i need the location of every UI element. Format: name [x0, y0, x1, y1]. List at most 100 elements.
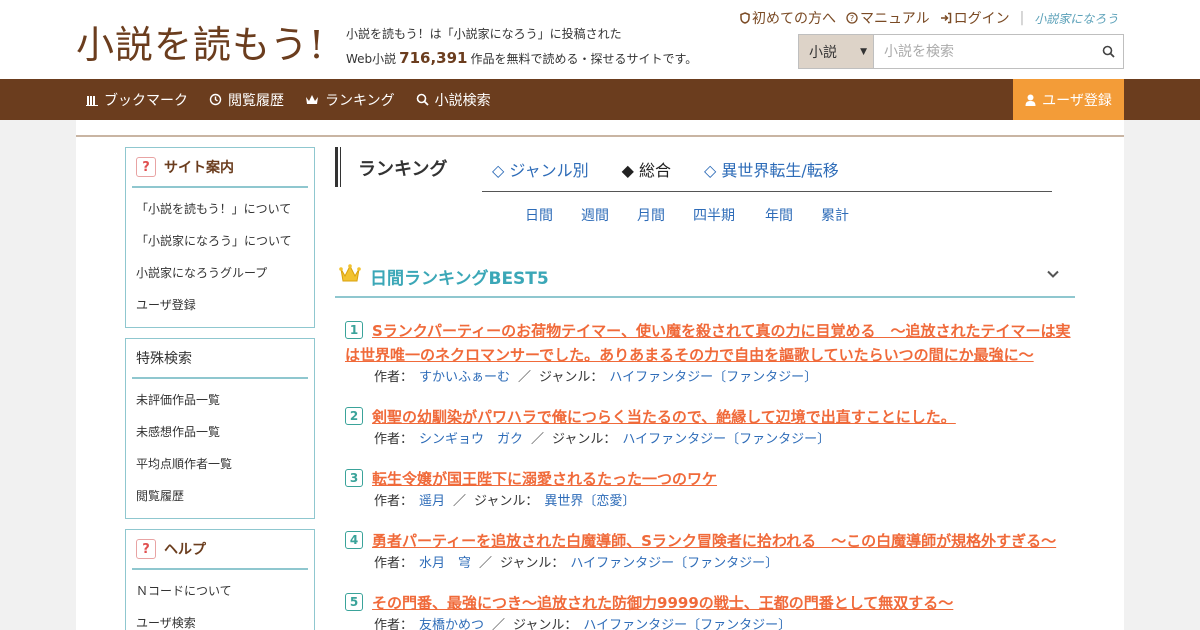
author-label: 作者： [374, 370, 414, 385]
nav-bookmark[interactable]: ブックマーク [86, 90, 188, 110]
search-button[interactable] [1093, 35, 1123, 68]
question-icon: ? [136, 157, 156, 177]
novel-title-link[interactable]: 勇者パーティーを追放された白魔導師、Sランク冒険者に拾われる ～この白魔導師が規… [345, 529, 1075, 553]
shield-icon [740, 12, 750, 24]
manual-link[interactable]: ? マニュアル [846, 8, 930, 28]
period-quarterly[interactable]: 四半期 [693, 205, 735, 225]
tab-overall[interactable]: ◆ 総合 [622, 157, 671, 181]
genre-link[interactable]: ハイファンタジー〔ファンタジー〕 [570, 556, 778, 571]
sidebar-help-heading: ヘルプ [164, 542, 206, 558]
link-separator: | [1019, 10, 1025, 26]
tab-isekai[interactable]: ◇ 異世界転生/転移 [704, 157, 839, 181]
question-circle-icon: ? [846, 12, 858, 24]
tagline-line1: 小説を読もう！は「小説家になろう」に投稿された [346, 27, 622, 41]
sidebar-item-about-narou[interactable]: 「小説家になろう」について [136, 225, 314, 257]
user-icon [1025, 94, 1036, 106]
tab-genre[interactable]: ◇ ジャンル別 [492, 157, 589, 181]
genre-link[interactable]: ハイファンタジー〔ファンタジー〕 [609, 370, 817, 385]
author-link[interactable]: 水月 穹 [419, 556, 471, 571]
meta-separator: ／ [518, 370, 532, 385]
tagline-line2: Web小説 716,391 作品を無料で読める・探せるサイトです。 [346, 46, 697, 71]
novel-title-link[interactable]: 転生令嬢が国王陛下に溺愛されるたった一つのワケ [345, 467, 1075, 491]
nav-search[interactable]: 小説検索 [416, 90, 491, 110]
ranking-entry: 1 Sランクパーティーのお荷物テイマー、使い魔を殺されて真の力に目覚める 〜追放… [345, 319, 1075, 389]
novel-title-link[interactable]: Sランクパーティーのお荷物テイマー、使い魔を殺されて真の力に目覚める 〜追放され… [345, 319, 1075, 367]
period-yearly[interactable]: 年間 [765, 205, 793, 225]
author-label: 作者： [374, 494, 414, 509]
sidebar-item-unrated[interactable]: 未評価作品一覧 [136, 384, 314, 416]
genre-link[interactable]: ハイファンタジー〔ファンタジー〕 [622, 432, 830, 447]
novel-title-link[interactable]: 剣聖の幼馴染がパワハラで俺につらく当たるので、絶縁して辺境で出直すことにした。 [345, 405, 1075, 429]
meta-separator: ／ [479, 556, 493, 571]
login-link[interactable]: ログイン [940, 8, 1010, 28]
rank-number-badge: 5 [345, 593, 363, 611]
ranking-title-bar-thin [340, 147, 341, 187]
site-tagline: 小説を読もう！は「小説家になろう」に投稿された Web小説 716,391 作品を無… [346, 22, 697, 71]
author-link[interactable]: シンギョウ ガク [419, 432, 523, 447]
chevron-down-icon[interactable] [1045, 266, 1061, 282]
search-category-value: 小説 [809, 44, 837, 61]
first-time-label: 初めての方へ [752, 11, 836, 27]
nav-ranking[interactable]: ランキング [305, 90, 395, 110]
ranking-title: ランキング [358, 159, 448, 180]
sidebar-item-about-yomou[interactable]: 「小説を読もう！」について [136, 193, 314, 225]
bookshelf-icon [86, 95, 98, 106]
period-daily[interactable]: 日間 [525, 205, 553, 225]
sidebar-item-ncode[interactable]: Ｎコードについて [136, 575, 314, 607]
sidebar-site-info: ? サイト案内 「小説を読もう！」について 「小説家になろう」について 小説家に… [125, 147, 315, 328]
sidebar-item-narou-group[interactable]: 小説家になろうグループ [136, 257, 314, 289]
author-label: 作者： [374, 618, 414, 630]
sidebar-help: ? ヘルプ Ｎコードについて ユーザ検索 [125, 529, 315, 630]
site-header: 小説を読もう! 小説を読もう！は「小説家になろう」に投稿された Web小説 716… [0, 0, 1200, 79]
dropdown-arrow-icon: ▼ [860, 46, 867, 57]
genre-link[interactable]: 異世界〔恋愛〕 [544, 494, 635, 509]
period-tabs: 日間 週間 月間 四半期 年間 累計 [525, 205, 849, 225]
author-label: 作者： [374, 432, 414, 447]
page-background-left [0, 120, 76, 630]
daily-ranking-title: 日間ランキングBEST5 [370, 269, 549, 289]
novel-title-link[interactable]: その門番、最強につき～追放された防御力9999の戦士、王都の門番として無双する～ [345, 591, 1075, 615]
genre-label: ジャンル： [552, 432, 617, 447]
ranking-tabs: ◇ ジャンル別 ◆ 総合 ◇ 異世界転生/転移 [492, 157, 839, 181]
tagline-prefix: Web小説 [346, 52, 397, 66]
genre-label: ジャンル： [500, 556, 565, 571]
page-background-right [1124, 120, 1200, 630]
nav-history-label: 閲覧履歴 [228, 92, 284, 109]
ranking-entry: 2 剣聖の幼馴染がパワハラで俺につらく当たるので、絶縁して辺境で出直すことにした… [345, 405, 1075, 451]
rank-number-badge: 2 [345, 407, 363, 425]
manual-label: マニュアル [860, 11, 930, 27]
novel-count: 716,391 [399, 49, 468, 67]
sidebar-item-avg-author[interactable]: 平均点順作者一覧 [136, 448, 314, 480]
register-button[interactable]: ユーザ登録 [1013, 79, 1124, 120]
login-icon [940, 12, 951, 24]
sidebar-item-history[interactable]: 閲覧履歴 [136, 480, 314, 512]
author-link[interactable]: 遥月 [419, 494, 445, 509]
novel-meta: 作者： 友橋かめつ ／ ジャンル： ハイファンタジー〔ファンタジー〕 [345, 615, 1075, 630]
sidebar-item-no-review[interactable]: 未感想作品一覧 [136, 416, 314, 448]
genre-link[interactable]: ハイファンタジー〔ファンタジー〕 [583, 618, 791, 630]
ranking-entry: 5 その門番、最強につき～追放された防御力9999の戦士、王都の門番として無双す… [345, 591, 1075, 630]
novel-meta: 作者： すかいふぁーむ ／ ジャンル： ハイファンタジー〔ファンタジー〕 [345, 367, 1075, 389]
period-monthly[interactable]: 月間 [637, 205, 665, 225]
author-link[interactable]: 友橋かめつ [419, 618, 484, 630]
sidebar-item-user-search[interactable]: ユーザ検索 [136, 607, 314, 630]
site-logo[interactable]: 小説を読もう! [76, 14, 325, 69]
meta-separator: ／ [453, 494, 467, 509]
search-input[interactable] [874, 35, 1093, 68]
period-total[interactable]: 累計 [821, 205, 849, 225]
novel-meta: 作者： 水月 穹 ／ ジャンル： ハイファンタジー〔ファンタジー〕 [345, 553, 1075, 575]
sidebar-site-info-title: ? サイト案内 [132, 148, 308, 188]
nav-history[interactable]: 閲覧履歴 [209, 90, 284, 110]
author-link[interactable]: すかいふぁーむ [419, 370, 510, 385]
period-weekly[interactable]: 週間 [581, 205, 609, 225]
svg-text:?: ? [850, 14, 854, 23]
search-category-select[interactable]: 小説 ▼ [799, 35, 874, 68]
first-time-link[interactable]: 初めての方へ [740, 8, 836, 28]
meta-separator: ／ [531, 432, 545, 447]
sidebar-item-register[interactable]: ユーザ登録 [136, 289, 314, 321]
search-bar: 小説 ▼ [798, 34, 1124, 69]
question-icon: ? [136, 539, 156, 559]
narou-brand-link[interactable]: 小説家になろう [1034, 10, 1118, 27]
daily-ranking-header[interactable]: 日間ランキングBEST5 [335, 255, 1075, 298]
ranking-entry: 4 勇者パーティーを追放された白魔導師、Sランク冒険者に拾われる ～この白魔導師… [345, 529, 1075, 575]
